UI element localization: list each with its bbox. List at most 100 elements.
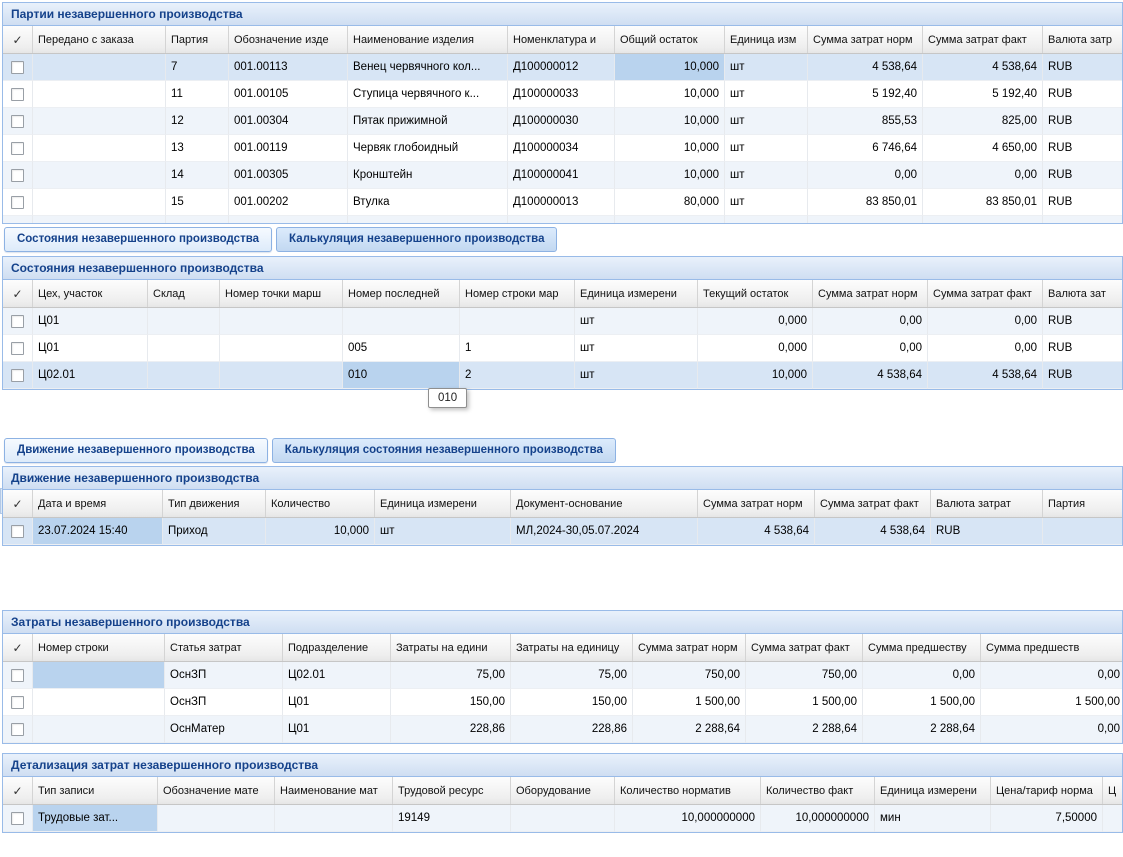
cell[interactable]: 0,00 — [928, 335, 1043, 362]
cell[interactable]: 11 — [166, 81, 229, 108]
cell[interactable]: 1 500,00 — [863, 689, 981, 716]
cell[interactable]: Д100000030 — [508, 108, 615, 135]
column-header[interactable]: Ц — [1103, 777, 1123, 804]
row-checkbox[interactable] — [11, 315, 24, 328]
cell[interactable]: Ц02.01 — [283, 662, 391, 689]
table-row[interactable]: 11001.00105Ступица червячного к...Д10000… — [3, 81, 1122, 108]
column-header[interactable]: Сумма затрат норм — [813, 280, 928, 307]
cell[interactable]: Д100000018 — [508, 216, 615, 224]
select-all-header[interactable]: ✓ — [3, 280, 33, 307]
cell[interactable]: 2 048,00 — [808, 216, 923, 224]
column-header[interactable]: Оборудование — [511, 777, 615, 804]
row-checkbox[interactable] — [11, 223, 24, 225]
row-checkbox[interactable] — [11, 369, 24, 382]
cell[interactable]: шт — [575, 308, 698, 335]
cell[interactable]: 75,00 — [511, 662, 633, 689]
cell[interactable]: Кронштейн — [348, 162, 508, 189]
cell[interactable]: Венец червячного кол... — [348, 54, 508, 81]
cell[interactable]: 001.00113 — [229, 54, 348, 81]
row-checkbox[interactable] — [11, 196, 24, 209]
cell[interactable]: Д100000012 — [508, 54, 615, 81]
cell[interactable]: 0,00 — [813, 308, 928, 335]
tab-wip-state-calculation[interactable]: Калькуляция состояния незавершенного про… — [272, 438, 616, 463]
cell[interactable]: 4 538,64 — [815, 518, 931, 545]
cell[interactable]: 0,000 — [698, 308, 813, 335]
table-row[interactable]: 15001.00202ВтулкаД10000001380,000шт83 85… — [3, 189, 1122, 216]
row-checkbox[interactable] — [11, 525, 24, 538]
column-header[interactable]: Валюта зат — [1043, 280, 1123, 307]
cell[interactable]: 2 288,64 — [746, 716, 863, 743]
column-header[interactable]: Склад — [148, 280, 220, 307]
cell[interactable]: RUB — [1043, 81, 1123, 108]
cell[interactable]: 2 288,64 — [633, 716, 746, 743]
column-header[interactable]: Сумма затрат факт — [815, 490, 931, 517]
column-header[interactable]: Сумма предшеству — [863, 634, 981, 661]
cell[interactable]: 75,00 — [391, 662, 511, 689]
cell[interactable]: 5 192,40 — [808, 81, 923, 108]
column-header[interactable]: Наименование мат — [275, 777, 393, 804]
cell[interactable]: 2 288,64 — [863, 716, 981, 743]
column-header[interactable]: Дата и время — [33, 490, 163, 517]
column-header[interactable]: Единица измерени — [875, 777, 991, 804]
cell[interactable] — [343, 308, 460, 335]
cell[interactable]: 010 — [343, 362, 460, 389]
cell[interactable]: Д100000013 — [508, 189, 615, 216]
cell[interactable] — [220, 362, 343, 389]
select-all-header[interactable]: ✓ — [3, 26, 33, 53]
column-header[interactable]: Текущий остаток — [698, 280, 813, 307]
column-header[interactable]: Сумма затрат факт — [746, 634, 863, 661]
cell[interactable]: RUB — [1043, 162, 1123, 189]
cell[interactable]: 10,000 — [615, 162, 725, 189]
column-header[interactable]: Единица измерени — [375, 490, 511, 517]
table-row[interactable]: Трудовые зат...1914910,00000000010,00000… — [3, 805, 1122, 832]
column-header[interactable]: Цена/тариф норма — [991, 777, 1103, 804]
cell[interactable] — [158, 805, 275, 832]
cell[interactable]: 10,000 — [615, 81, 725, 108]
select-all-header[interactable]: ✓ — [3, 634, 33, 661]
cell[interactable]: 14 — [166, 162, 229, 189]
column-header[interactable]: Подразделение — [283, 634, 391, 661]
column-header[interactable]: Документ-основание — [511, 490, 698, 517]
cell[interactable]: RUB — [1043, 189, 1123, 216]
column-header[interactable]: Номер последней — [343, 280, 460, 307]
cell[interactable]: 4 538,64 — [928, 362, 1043, 389]
cell[interactable]: 001.00119 — [229, 135, 348, 162]
column-header[interactable]: Количество факт — [761, 777, 875, 804]
cell[interactable]: Д100000034 — [508, 135, 615, 162]
cell[interactable]: 001.00305 — [229, 162, 348, 189]
cell[interactable]: RUB — [1043, 135, 1123, 162]
table-row[interactable]: ОснЗПЦ01150,00150,001 500,001 500,001 50… — [3, 689, 1122, 716]
column-header[interactable]: Валюта затрат — [931, 490, 1043, 517]
cell[interactable] — [1043, 518, 1123, 545]
cell[interactable]: шт — [725, 81, 808, 108]
cell[interactable] — [148, 308, 220, 335]
cell[interactable]: 001.00401 — [229, 216, 348, 224]
cell[interactable]: 83 850,01 — [923, 189, 1043, 216]
table-row[interactable]: Ц01шт0,0000,000,00RUB — [3, 308, 1122, 335]
column-header[interactable]: Сумма предшеств — [981, 634, 1123, 661]
cell[interactable]: 23.07.2024 15:40 — [33, 518, 163, 545]
cell[interactable]: RUB — [1043, 216, 1123, 224]
cell[interactable]: 1 — [460, 335, 575, 362]
cell[interactable] — [1103, 805, 1123, 832]
cell[interactable] — [220, 335, 343, 362]
column-header[interactable]: Цех, участок — [33, 280, 148, 307]
cell[interactable]: RUB — [1043, 308, 1123, 335]
tab-wip-calculation[interactable]: Калькуляция незавершенного производства — [276, 227, 557, 252]
cell[interactable]: Втулка — [348, 189, 508, 216]
cell[interactable]: МЛ,2024-30,05.07.2024 — [511, 518, 698, 545]
table-row[interactable]: Ц010051шт0,0000,000,00RUB — [3, 335, 1122, 362]
cell[interactable]: 1 500,00 — [981, 689, 1123, 716]
cell[interactable]: шт — [725, 135, 808, 162]
cell[interactable]: 0,00 — [813, 335, 928, 362]
row-checkbox[interactable] — [11, 61, 24, 74]
cell[interactable]: 1 500,00 — [746, 689, 863, 716]
cell[interactable]: 0,00 — [808, 162, 923, 189]
column-header[interactable]: Номер строки — [33, 634, 165, 661]
column-header[interactable]: Сумма затрат норм — [808, 26, 923, 53]
cell[interactable] — [33, 189, 166, 216]
cell[interactable]: Ц01 — [283, 689, 391, 716]
cell[interactable] — [148, 335, 220, 362]
table-row[interactable]: ОснЗПЦ02.0175,0075,00750,00750,000,000,0… — [3, 662, 1122, 689]
row-checkbox[interactable] — [11, 142, 24, 155]
